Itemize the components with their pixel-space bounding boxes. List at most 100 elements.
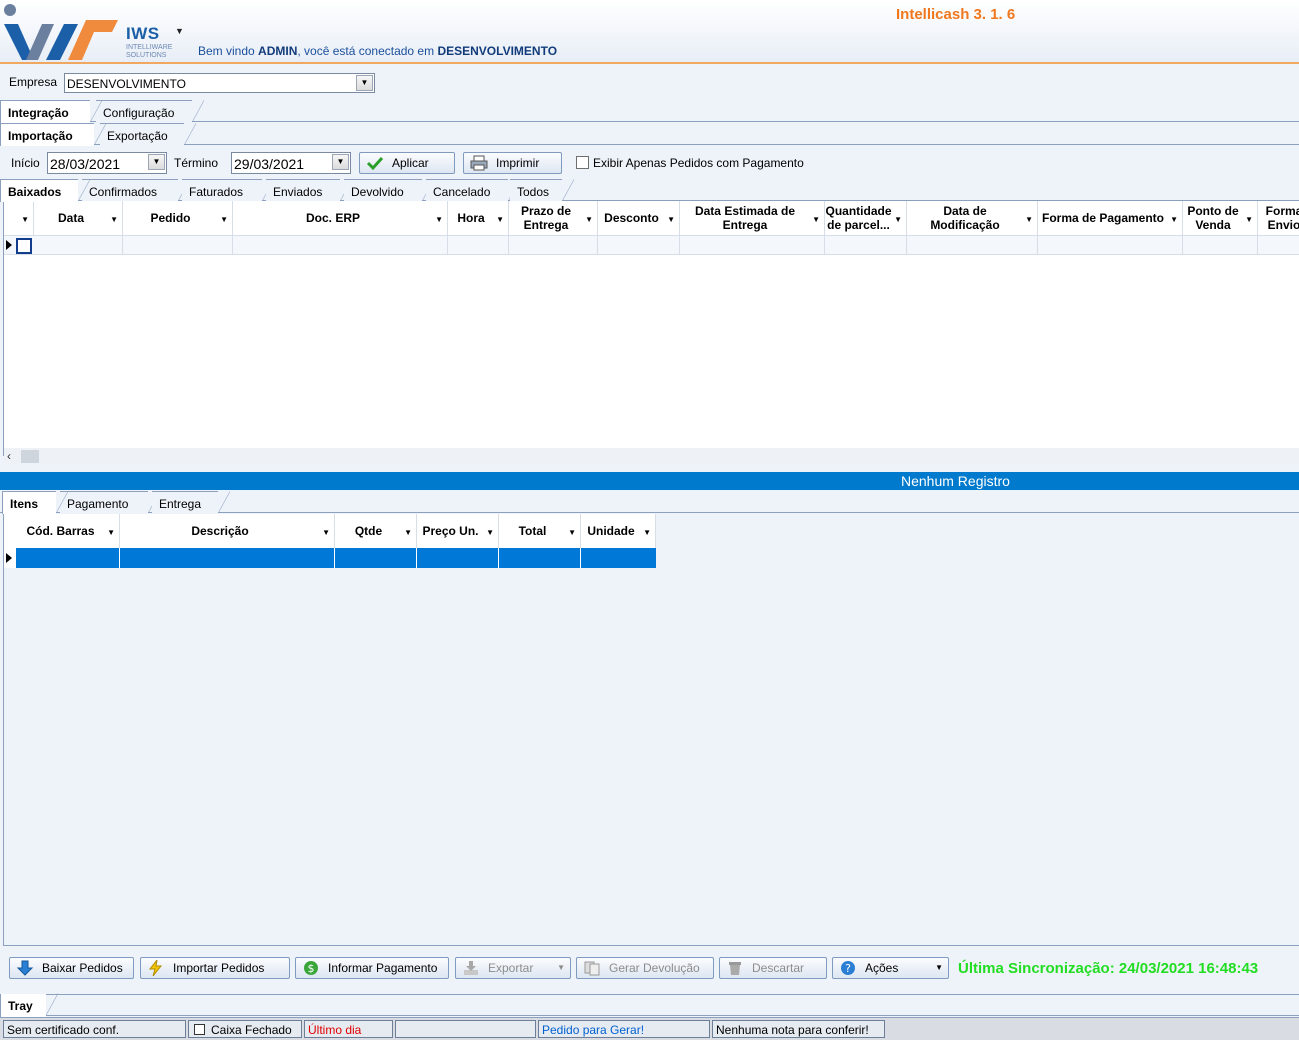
chevron-down-icon[interactable]: ▼	[568, 526, 576, 540]
chevron-down-icon[interactable]: ▼	[1245, 213, 1253, 227]
empresa-select[interactable]: DESENVOLVIMENTO ▼	[64, 73, 375, 93]
tray-tabbar: Tray	[0, 993, 1299, 1017]
cell[interactable]	[1183, 236, 1258, 255]
chevron-down-icon[interactable]: ▼	[332, 154, 349, 170]
chevron-down-icon[interactable]: ▼	[21, 213, 29, 227]
baixar-pedidos-button[interactable]: Baixar Pedidos	[9, 957, 134, 979]
cell[interactable]	[16, 548, 120, 568]
chevron-down-icon[interactable]: ▼	[486, 526, 494, 540]
chevron-down-icon[interactable]: ▼	[496, 213, 504, 227]
cell[interactable]	[120, 548, 335, 568]
col-ponto-venda[interactable]: Ponto de Venda ▼	[1183, 201, 1258, 235]
cell[interactable]	[680, 236, 825, 255]
chevron-down-icon[interactable]: ▼	[356, 75, 373, 91]
checkmark-icon	[366, 156, 384, 171]
inicio-date-field[interactable]: 28/03/2021 ▼	[47, 152, 167, 174]
tab-exportacao[interactable]: Exportação	[100, 123, 196, 145]
imprimir-button[interactable]: Imprimir	[463, 152, 562, 174]
chevron-down-icon[interactable]: ▼	[322, 526, 330, 540]
col-modificacao[interactable]: Data de Modificação ▼	[907, 201, 1038, 235]
col-pedido[interactable]: Pedido ▼	[123, 201, 233, 235]
tab-devolvido[interactable]: Devolvido	[344, 179, 434, 201]
col-descricao[interactable]: Descrição ▼	[120, 514, 335, 548]
tab-baixados[interactable]: Baixados	[0, 179, 90, 202]
acoes-button[interactable]: ? Ações ▼	[832, 957, 949, 979]
cell[interactable]	[907, 236, 1038, 255]
tab-importacao[interactable]: Importação	[0, 123, 106, 146]
cell[interactable]	[335, 548, 417, 568]
col-forma-pagamento[interactable]: Forma de Pagamento ▼	[1038, 201, 1183, 235]
col-unidade[interactable]: Unidade ▼	[581, 514, 656, 548]
col-hora[interactable]: Hora ▼	[448, 201, 509, 235]
chevron-down-icon[interactable]: ▼	[935, 963, 943, 972]
tab-tray[interactable]: Tray	[0, 993, 58, 1017]
gerar-devolucao-button[interactable]: Gerar Devolução	[576, 957, 714, 979]
col-desconto[interactable]: Desconto ▼	[598, 201, 680, 235]
col-total[interactable]: Total ▼	[499, 514, 581, 548]
chevron-down-icon[interactable]: ▼	[557, 963, 565, 972]
cell[interactable]	[825, 236, 907, 255]
col-doc-erp[interactable]: Doc. ERP ▼	[233, 201, 448, 235]
tab-pagamento[interactable]: Pagamento	[60, 491, 160, 513]
exibir-pagamento-checkbox[interactable]	[576, 156, 589, 169]
menu-caret-icon[interactable]: ▼	[175, 26, 184, 36]
importar-pedidos-button[interactable]: Importar Pedidos	[140, 957, 290, 979]
selected-row-fill[interactable]	[16, 548, 656, 568]
col-quantidade[interactable]: Quantidade de parcel... ▼	[825, 201, 907, 235]
tab-entrega[interactable]: Entrega	[152, 491, 230, 513]
chevron-down-icon[interactable]: ▼	[404, 526, 412, 540]
cell[interactable]	[448, 236, 509, 255]
cell[interactable]	[598, 236, 680, 255]
descartar-button[interactable]: Descartar	[719, 957, 827, 979]
cell[interactable]	[34, 236, 123, 255]
horizontal-scrollbar[interactable]: ‹	[4, 448, 1299, 465]
col-prazo[interactable]: Prazo de Entrega ▼	[509, 201, 598, 235]
row-select-checkbox[interactable]	[16, 238, 32, 254]
chevron-down-icon[interactable]: ▼	[1025, 213, 1033, 227]
exportar-button[interactable]: Exportar ▼	[455, 957, 571, 979]
chevron-down-icon[interactable]: ▼	[1170, 213, 1178, 227]
grid-select-header[interactable]: ▼	[4, 201, 34, 235]
scroll-thumb[interactable]	[21, 450, 39, 463]
inicio-value: 28/03/2021	[50, 156, 121, 172]
detail-tabbar: Itens Pagamento Entrega	[0, 491, 1299, 514]
tab-itens[interactable]: Itens	[2, 491, 68, 514]
cell[interactable]	[233, 236, 448, 255]
cell[interactable]	[509, 236, 598, 255]
cell[interactable]	[1038, 236, 1183, 255]
tab-enviados[interactable]: Enviados	[266, 179, 352, 201]
chevron-down-icon[interactable]: ▼	[667, 213, 675, 227]
tab-configuracao[interactable]: Configuração	[96, 100, 204, 122]
chevron-down-icon[interactable]: ▼	[894, 213, 902, 227]
table-row[interactable]	[4, 235, 1299, 255]
chevron-down-icon[interactable]: ▼	[220, 213, 228, 227]
col-forma-envio[interactable]: Forma Envio	[1258, 201, 1299, 235]
col-preco-un[interactable]: Preço Un. ▼	[417, 514, 499, 548]
col-data[interactable]: Data ▼	[34, 201, 123, 235]
tab-confirmados[interactable]: Confirmados	[82, 179, 190, 201]
termino-date-field[interactable]: 29/03/2021 ▼	[231, 152, 351, 174]
chevron-down-icon[interactable]: ▼	[107, 526, 115, 540]
aplicar-button[interactable]: Aplicar	[359, 152, 455, 174]
chevron-down-icon[interactable]: ▼	[435, 213, 443, 227]
cell[interactable]	[123, 236, 233, 255]
chevron-down-icon[interactable]: ▼	[643, 526, 651, 540]
chevron-down-icon[interactable]: ▼	[148, 154, 165, 170]
caixa-checkbox[interactable]	[194, 1024, 205, 1035]
table-row[interactable]	[4, 548, 656, 568]
col-cod-barras[interactable]: Cód. Barras ▼	[16, 514, 120, 548]
chevron-left-icon[interactable]: ‹	[7, 449, 11, 463]
col-prazo-label: Prazo de Entrega	[520, 204, 571, 232]
tab-integracao[interactable]: Integração	[0, 100, 102, 123]
cell[interactable]	[417, 548, 499, 568]
chevron-down-icon[interactable]: ▼	[585, 213, 593, 227]
tab-faturados[interactable]: Faturados	[182, 179, 274, 201]
chevron-down-icon[interactable]: ▼	[812, 213, 820, 227]
col-data-estimada[interactable]: Data Estimada de Entrega ▼	[680, 201, 825, 235]
chevron-down-icon[interactable]: ▼	[110, 213, 118, 227]
informar-pagamento-button[interactable]: $ Informar Pagamento	[295, 957, 449, 979]
tab-cancelado[interactable]: Cancelado	[426, 179, 520, 201]
tab-todos[interactable]: Todos	[510, 179, 574, 201]
col-qtde[interactable]: Qtde ▼	[335, 514, 417, 548]
cell[interactable]	[499, 548, 581, 568]
